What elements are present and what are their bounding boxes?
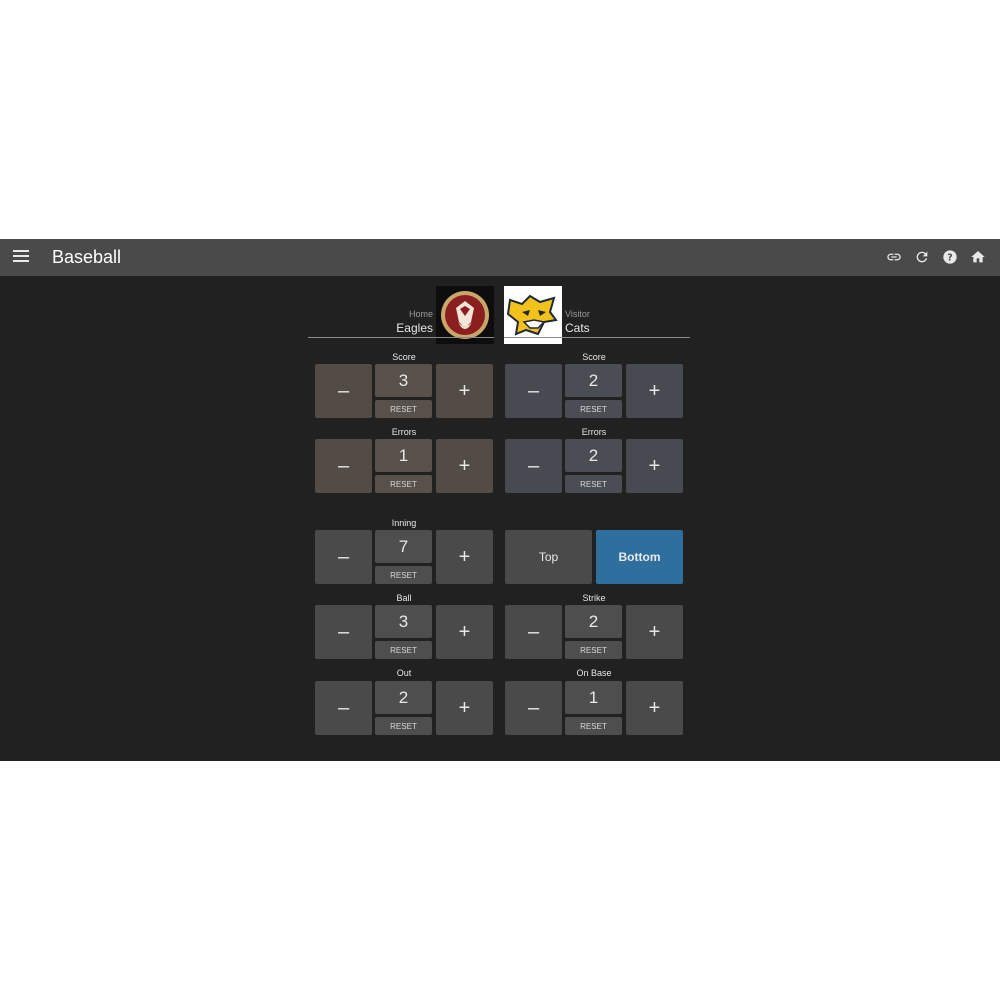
inning-increment-button[interactable]: + — [436, 530, 493, 584]
ball-decrement-button[interactable]: – — [315, 605, 372, 659]
onbase-decrement-button[interactable]: – — [505, 681, 562, 735]
visitor-score-decrement-button[interactable]: – — [505, 364, 562, 418]
home-errors-value: 1 — [375, 439, 432, 472]
home-score-increment-button[interactable]: + — [436, 364, 493, 418]
inning-value: 7 — [375, 530, 432, 563]
strike-label: Strike — [582, 593, 606, 603]
app-bar: Baseball ? — [0, 239, 1000, 276]
onbase-reset-button[interactable]: RESET — [565, 717, 622, 735]
visitor-errors-increment-button[interactable]: + — [626, 439, 683, 493]
onbase-increment-button[interactable]: + — [626, 681, 683, 735]
visitor-team-logo — [504, 286, 562, 344]
home-score-label: Score — [392, 352, 416, 362]
strike-increment-button[interactable]: + — [626, 605, 683, 659]
strike-value: 2 — [565, 605, 622, 638]
visitor-errors-value: 2 — [565, 439, 622, 472]
inning-top-button[interactable]: Top — [505, 530, 592, 584]
onbase-label: On Base — [576, 668, 612, 678]
app-window: Baseball ? Home Eagles Visitor Cats Scor… — [0, 239, 1000, 761]
visitor-score-value: 2 — [565, 364, 622, 397]
out-decrement-button[interactable]: – — [315, 681, 372, 735]
home-errors-decrement-button[interactable]: – — [315, 439, 372, 493]
home-errors-increment-button[interactable]: + — [436, 439, 493, 493]
out-increment-button[interactable]: + — [436, 681, 493, 735]
out-label: Out — [396, 668, 412, 678]
visitor-errors-reset-button[interactable]: RESET — [565, 475, 622, 493]
link-icon[interactable] — [886, 248, 902, 266]
visitor-score-increment-button[interactable]: + — [626, 364, 683, 418]
visitor-divider — [504, 337, 690, 338]
visitor-role-label: Visitor — [565, 309, 590, 319]
out-value: 2 — [375, 681, 432, 714]
home-team-logo — [436, 286, 494, 344]
strike-reset-button[interactable]: RESET — [565, 641, 622, 659]
visitor-score-reset-button[interactable]: RESET — [565, 400, 622, 418]
home-score-value: 3 — [375, 364, 432, 397]
inning-label: Inning — [391, 518, 417, 528]
ball-value: 3 — [375, 605, 432, 638]
home-score-decrement-button[interactable]: – — [315, 364, 372, 418]
ball-increment-button[interactable]: + — [436, 605, 493, 659]
help-icon[interactable]: ? — [942, 248, 958, 266]
inning-decrement-button[interactable]: – — [315, 530, 372, 584]
app-title: Baseball — [52, 247, 122, 267]
home-divider — [308, 337, 494, 338]
inning-reset-button[interactable]: RESET — [375, 566, 432, 584]
inning-bottom-button[interactable]: Bottom — [596, 530, 683, 584]
onbase-value: 1 — [565, 681, 622, 714]
app-bar-actions: ? — [886, 248, 986, 266]
strike-decrement-button[interactable]: – — [505, 605, 562, 659]
visitor-errors-label: Errors — [581, 427, 607, 437]
home-errors-label: Errors — [391, 427, 417, 437]
team-header: Home Eagles Visitor Cats — [308, 286, 690, 344]
visitor-team-name: Cats — [565, 321, 590, 335]
out-reset-button[interactable]: RESET — [375, 717, 432, 735]
home-role-label: Home — [408, 309, 433, 319]
visitor-score-label: Score — [582, 352, 606, 362]
visitor-errors-decrement-button[interactable]: – — [505, 439, 562, 493]
refresh-icon[interactable] — [914, 248, 930, 266]
menu-icon[interactable] — [13, 250, 29, 264]
ball-label: Ball — [396, 593, 412, 603]
ball-reset-button[interactable]: RESET — [375, 641, 432, 659]
home-team-name: Eagles — [396, 321, 433, 335]
home-errors-reset-button[interactable]: RESET — [375, 475, 432, 493]
home-score-reset-button[interactable]: RESET — [375, 400, 432, 418]
home-icon[interactable] — [970, 248, 986, 266]
svg-text:?: ? — [947, 252, 952, 263]
